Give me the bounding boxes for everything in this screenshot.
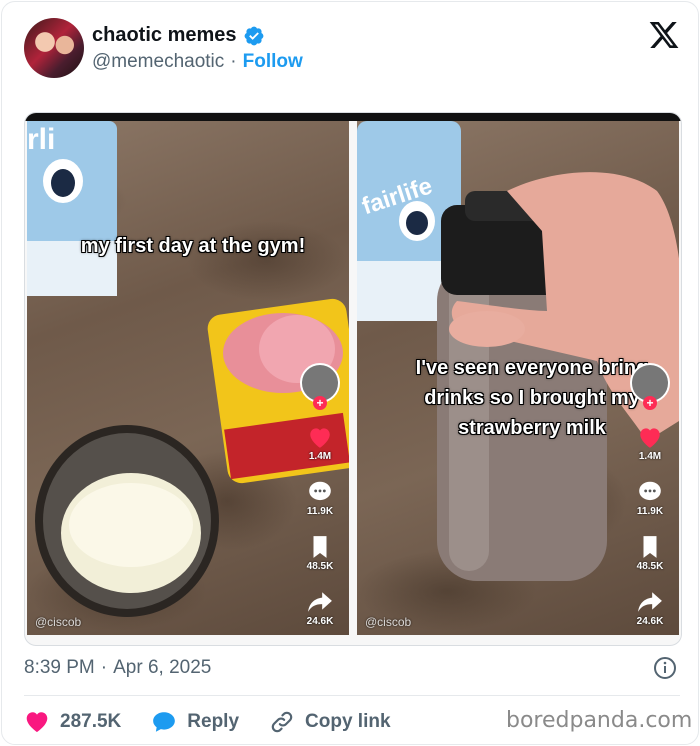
comments-count: 11.9K: [306, 506, 334, 517]
handle-separator: ·: [230, 51, 237, 72]
svg-text:rli: rli: [27, 123, 55, 156]
video-stats-right: + 1.4M 11.9K 48.5K 24.6K: [627, 363, 673, 635]
copy-link-button[interactable]: Copy link: [269, 709, 391, 735]
media-image[interactable]: rli my first day at the gym! + 1.4M 11.9…: [24, 112, 682, 646]
info-icon[interactable]: [653, 656, 677, 680]
follow-button[interactable]: Follow: [243, 51, 303, 73]
x-logo-icon[interactable]: [648, 19, 680, 51]
heart-icon[interactable]: [307, 425, 333, 449]
comments-count: 11.9K: [636, 506, 664, 517]
author-handle[interactable]: @memechaotic: [92, 51, 224, 73]
video-panel-right: fairlife I've seen everyone bring drinks…: [357, 121, 679, 635]
reply-label: Reply: [187, 711, 240, 732]
tweet-actions: 287.5K Reply Copy link: [24, 708, 421, 736]
tweet-card: chaotic memes @memechaotic · Follow rli: [1, 1, 699, 745]
author-avatar[interactable]: [24, 18, 84, 78]
heart-icon: [26, 712, 48, 733]
timestamp-separator: ·: [100, 657, 108, 678]
shares-count: 24.6K: [636, 616, 664, 627]
like-count: 287.5K: [60, 711, 122, 732]
share-icon[interactable]: [637, 590, 663, 614]
likes-count: 1.4M: [638, 451, 662, 462]
video-panel-left: rli my first day at the gym! + 1.4M 11.9…: [27, 121, 349, 635]
author-display-name[interactable]: chaotic memes: [92, 24, 237, 47]
creator-avatar[interactable]: +: [630, 363, 670, 410]
follow-plus-icon[interactable]: +: [313, 396, 327, 410]
video-caption-left: my first day at the gym!: [80, 235, 306, 257]
divider: [24, 695, 680, 696]
source-credit: boredpanda.com: [506, 708, 693, 733]
post-time: 8:39 PM: [24, 657, 95, 678]
media-top-border: [25, 113, 681, 121]
video-watermark-right: @ciscob: [365, 615, 412, 629]
share-icon[interactable]: [307, 590, 333, 614]
link-icon: [271, 711, 293, 733]
follow-plus-icon[interactable]: +: [643, 396, 657, 410]
reply-button[interactable]: Reply: [151, 709, 239, 735]
bookmark-icon[interactable]: [307, 535, 333, 559]
likes-count: 1.4M: [308, 451, 332, 462]
author-name-row: chaotic memes: [92, 24, 265, 47]
creator-avatar[interactable]: +: [300, 363, 340, 410]
bookmark-icon[interactable]: [637, 535, 663, 559]
shares-count: 24.6K: [306, 616, 334, 627]
heart-icon[interactable]: [637, 425, 663, 449]
video-watermark-left: @ciscob: [35, 615, 82, 629]
saves-count: 48.5K: [636, 561, 664, 572]
video-stats-left: + 1.4M 11.9K 48.5K 24.6K: [297, 363, 343, 635]
post-date: Apr 6, 2025: [113, 657, 212, 678]
verified-badge-icon: [244, 26, 263, 45]
like-button[interactable]: 287.5K: [24, 709, 121, 735]
comment-icon[interactable]: [307, 480, 333, 504]
comment-icon[interactable]: [637, 480, 663, 504]
saves-count: 48.5K: [306, 561, 334, 572]
copy-link-label: Copy link: [305, 711, 391, 732]
reply-bubble-icon: [153, 712, 176, 732]
author-handle-row: @memechaotic · Follow: [92, 51, 303, 73]
post-timestamp[interactable]: 8:39 PM · Apr 6, 2025: [24, 657, 211, 679]
